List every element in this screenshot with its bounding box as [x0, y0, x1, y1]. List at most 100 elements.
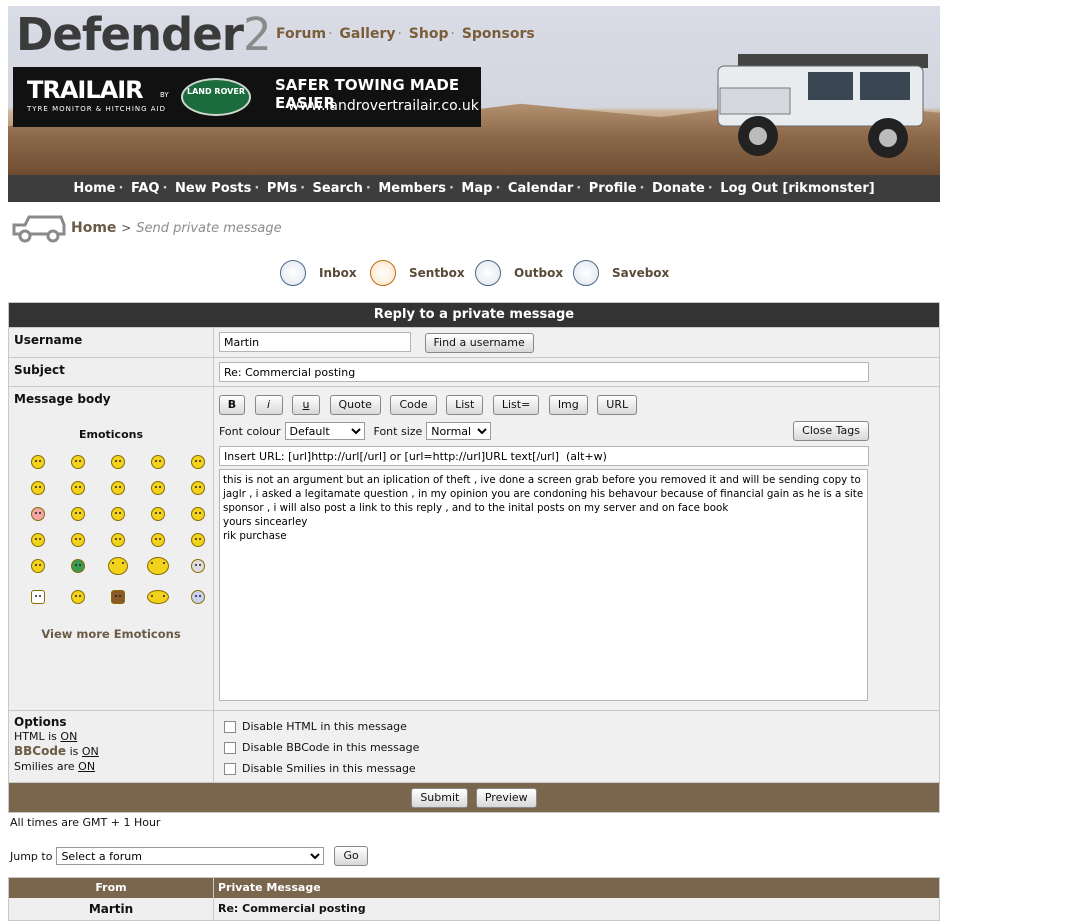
url-button[interactable]: URL — [597, 395, 638, 415]
emoticon-laugh[interactable] — [98, 553, 138, 579]
bbcode-status-value: ON — [81, 745, 99, 758]
folder-sentbox[interactable]: Sentbox — [409, 260, 465, 286]
form-caption: Reply to a private message — [9, 303, 939, 327]
disable-smilies-checkbox[interactable] — [224, 762, 236, 775]
nav-donate[interactable]: Donate — [652, 181, 705, 196]
top-link-shop[interactable]: Shop — [409, 26, 449, 42]
emoticon-dog[interactable] — [98, 579, 138, 615]
bbcode-toolbar: B i u Quote Code List List= Img URL — [219, 395, 934, 415]
emoticon-wave[interactable] — [138, 579, 178, 615]
emoticon-redface[interactable] — [18, 501, 58, 527]
top-link-gallery[interactable]: Gallery — [339, 26, 395, 42]
font-size-select[interactable]: Normal — [426, 422, 492, 440]
html-status-label: HTML is — [14, 729, 57, 743]
img-button[interactable]: Img — [548, 395, 588, 415]
inbox-icon[interactable] — [280, 260, 306, 286]
quote-button[interactable]: Quote — [329, 395, 381, 415]
message-body-textarea[interactable]: this is not an argument but an iplicatio… — [219, 469, 868, 701]
nav-logout[interactable]: Log Out [rikmonster] — [720, 181, 874, 196]
close-tags-button[interactable]: Close Tags — [793, 421, 869, 441]
emoticon-smile[interactable] — [18, 449, 58, 475]
nav-search[interactable]: Search — [313, 181, 363, 196]
emoticon-biggrin[interactable] — [58, 449, 98, 475]
bbcode-help-link[interactable]: BBCode — [14, 744, 66, 758]
find-username-button[interactable]: Find a username — [424, 332, 534, 353]
bbcode-status-label: is — [69, 745, 79, 758]
banner-url: www.landrovertrailair.co.uk — [288, 98, 479, 114]
emoticon-thumbsup[interactable] — [58, 579, 98, 615]
nav-members[interactable]: Members — [378, 181, 446, 196]
emoticon-sad[interactable] — [98, 449, 138, 475]
emoticon-cry[interactable] — [58, 501, 98, 527]
row-subject: Re: Commercial posting — [218, 902, 366, 915]
subject-label: Subject — [9, 358, 214, 386]
emoticon-cool[interactable] — [58, 475, 98, 501]
emoticon-wink[interactable] — [18, 527, 58, 553]
jump-to-label: Jump to — [10, 849, 53, 863]
folder-savebox[interactable]: Savebox — [612, 260, 669, 286]
nav-faq[interactable]: FAQ — [131, 181, 160, 196]
nav-profile[interactable]: Profile — [589, 181, 637, 196]
disable-smilies-option[interactable]: Disable Smilies in this message — [224, 758, 934, 779]
submit-button[interactable]: Submit — [411, 788, 469, 808]
emoticon-razz[interactable] — [178, 475, 218, 501]
sponsor-banner[interactable]: TRAILAIR TYRE MONITOR & HITCHING AID BY … — [13, 67, 481, 127]
code-button[interactable]: Code — [390, 395, 437, 415]
smilies-status-value: ON — [78, 759, 96, 773]
view-more-emoticons-link[interactable]: View more Emoticons — [14, 627, 208, 641]
disable-html-option[interactable]: Disable HTML in this message — [224, 716, 934, 737]
emoticon-shocked[interactable] — [178, 449, 218, 475]
font-colour-select[interactable]: Default — [284, 422, 365, 440]
row-from: Martin — [9, 898, 214, 920]
nav-pms[interactable]: PMs — [267, 181, 297, 196]
top-link-forum[interactable]: Forum — [276, 26, 326, 42]
emoticon-confused[interactable] — [18, 475, 58, 501]
disable-bbcode-checkbox[interactable] — [224, 741, 236, 754]
site-header: Defender2 Forum · Gallery · Shop · Sponsors… — [8, 6, 940, 175]
breadcrumb-home[interactable]: Home — [71, 220, 116, 236]
emoticon-alien[interactable] — [178, 579, 218, 615]
emoticon-rolleyes[interactable] — [178, 501, 218, 527]
username-input[interactable] — [219, 332, 411, 352]
emoticon-surprised[interactable] — [138, 449, 178, 475]
underline-button[interactable]: u — [292, 395, 320, 415]
breadcrumb-separator: > — [121, 221, 132, 235]
emoticon-evil[interactable] — [98, 501, 138, 527]
emoticon-neutral[interactable] — [18, 553, 58, 579]
nav-calendar[interactable]: Calendar — [508, 181, 573, 196]
reply-form: Reply to a private message Username Find… — [8, 302, 940, 813]
list-ordered-button[interactable]: List= — [492, 395, 540, 415]
go-button[interactable]: Go — [334, 846, 368, 866]
options-label: Options — [14, 715, 67, 729]
outbox-icon[interactable] — [475, 260, 501, 286]
emoticon-arrow[interactable] — [178, 527, 218, 553]
emoticon-crying[interactable] — [138, 553, 178, 579]
emoticon-lol[interactable] — [98, 475, 138, 501]
italic-button[interactable]: i — [254, 395, 283, 415]
disable-bbcode-option[interactable]: Disable BBCode in this message — [224, 737, 934, 758]
emoticon-green[interactable] — [58, 553, 98, 579]
jump-to-select[interactable]: Select a forum — [56, 847, 325, 865]
emoticon-question[interactable] — [98, 527, 138, 553]
folder-outbox[interactable]: Outbox — [514, 260, 563, 286]
nav-map[interactable]: Map — [461, 181, 492, 196]
list-button[interactable]: List — [446, 395, 484, 415]
sentbox-icon[interactable] — [370, 260, 396, 286]
folder-inbox[interactable]: Inbox — [319, 260, 357, 286]
bold-button[interactable]: B — [219, 395, 245, 415]
preview-button[interactable]: Preview — [475, 788, 537, 808]
emoticon-mad[interactable] — [138, 475, 178, 501]
disable-html-checkbox[interactable] — [224, 720, 236, 733]
site-logo[interactable]: Defender2 — [16, 8, 272, 61]
nav-home[interactable]: Home — [73, 181, 115, 196]
top-link-sponsors[interactable]: Sponsors — [462, 26, 535, 42]
emoticon-twisted[interactable] — [138, 501, 178, 527]
savebox-icon[interactable] — [573, 260, 599, 286]
emoticon-idea[interactable] — [138, 527, 178, 553]
font-controls: Font colour Default Font size Normal Clo… — [219, 421, 869, 441]
nav-new-posts[interactable]: New Posts — [175, 181, 251, 196]
emoticon-cow[interactable] — [18, 579, 58, 615]
emoticon-sheep[interactable] — [178, 553, 218, 579]
emoticon-exclaim[interactable] — [58, 527, 98, 553]
subject-input[interactable] — [219, 362, 869, 382]
